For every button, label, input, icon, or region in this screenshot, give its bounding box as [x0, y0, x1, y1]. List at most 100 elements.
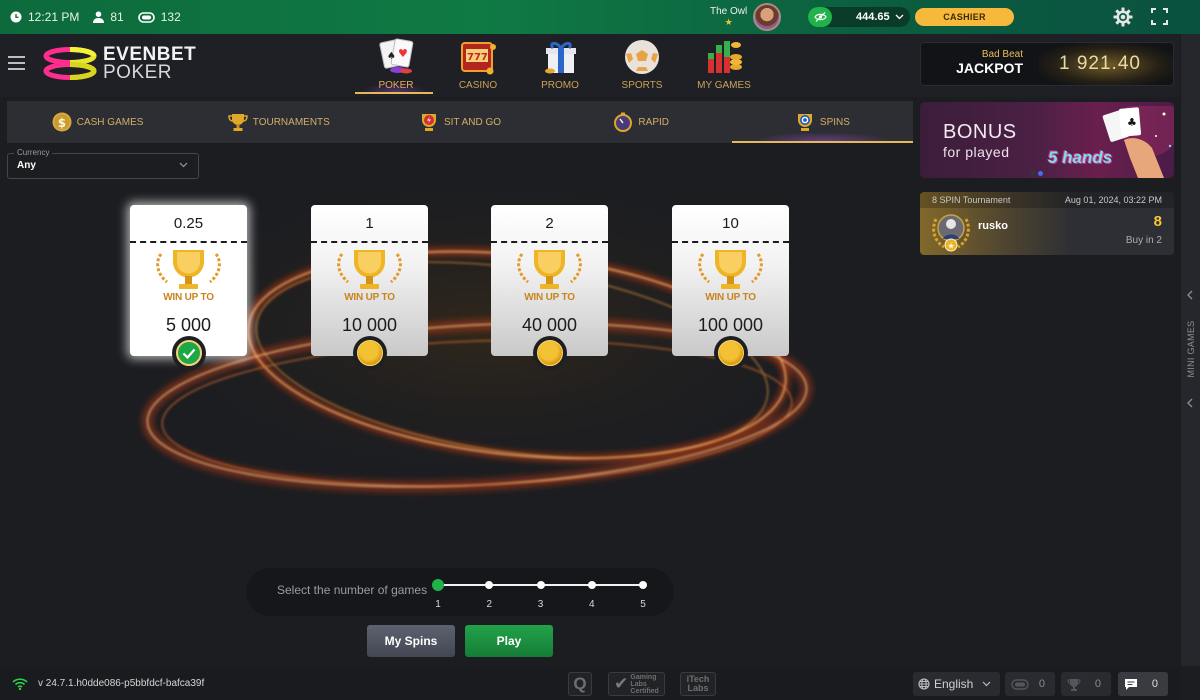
tables-stat: 132 [137, 10, 181, 24]
wifi-connection-icon [12, 678, 28, 690]
cashier-button[interactable]: CASHIER [915, 8, 1014, 26]
nav-sports[interactable]: SPORTS [601, 34, 683, 97]
players-stat: 81 [93, 10, 124, 24]
slider-label: 2 [486, 599, 493, 610]
trophy-laurel-icon [156, 250, 221, 289]
chevron-down-icon [895, 14, 904, 20]
counter-value: 0 [1038, 678, 1045, 690]
nav-promo[interactable]: PROMO [519, 34, 601, 97]
winner-avatar-laurel-icon: ★ [932, 214, 970, 252]
slider-stop-1[interactable] [432, 579, 444, 591]
chevron-down-icon [179, 162, 188, 168]
user-profile[interactable]: The Owl ★ [710, 2, 782, 32]
svg-text:777: 777 [467, 52, 488, 63]
promo-dot-active[interactable] [1038, 171, 1043, 176]
chart-coins-icon [708, 41, 742, 73]
mini-games-panel-toggle[interactable]: MINI GAMES [1180, 34, 1200, 666]
currency-value: Any [17, 160, 36, 171]
currency-select[interactable]: Currency Any [7, 148, 199, 179]
slider-stop-4[interactable] [587, 581, 596, 589]
mini-games-label: MINI GAMES [1186, 320, 1196, 378]
svg-text:♥: ♥ [398, 47, 408, 60]
tab-sit-and-go[interactable]: SIT AND GO [369, 101, 550, 143]
slider-label: 3 [537, 599, 544, 610]
counter-value: 0 [1094, 678, 1101, 690]
play-button[interactable]: Play [465, 625, 553, 657]
tab-spins[interactable]: SPINS [731, 101, 914, 143]
gaming-labs-certified-badge[interactable]: ✔ Gaming Labs Certified [608, 672, 665, 696]
win-up-to-label: WIN UP TO [524, 292, 575, 303]
chat-counter[interactable]: 0 [1118, 672, 1168, 696]
slider-stop-3[interactable] [536, 581, 545, 589]
open-tables-counter[interactable]: 0 [1005, 672, 1055, 696]
game-count-slider[interactable]: 1 2 3 4 5 [432, 579, 647, 616]
selected-check-icon [176, 340, 202, 366]
app-root: 12:21 PM 81 132 The Owl ★ 444.65 CASHIER [0, 0, 1200, 700]
nav-poker[interactable]: ♠ ♥ POKER [355, 34, 437, 97]
itech-labs-badge[interactable]: iTech Labs [680, 672, 716, 696]
tables-count: 132 [160, 10, 181, 24]
balance-selector[interactable]: 444.65 [808, 7, 910, 27]
main-nav: ♠ ♥ POKER 777 CASINO PROMO SPORTS MY GAM… [355, 34, 765, 97]
jackpot-label-bottom: JACKPOT [956, 60, 1023, 76]
trophy-laurel-icon [517, 250, 582, 289]
hide-balance-button[interactable] [808, 7, 832, 27]
tab-cash-games[interactable]: $ CASH GAMES [7, 101, 188, 143]
fullscreen-icon[interactable] [1151, 8, 1168, 25]
currency-label: Currency [14, 148, 53, 157]
my-spins-button[interactable]: My Spins [367, 625, 455, 657]
current-time: 12:21 PM [28, 10, 80, 24]
jackpot-label-top: Bad Beat [981, 49, 1023, 60]
spin-prize: 5 000 [165, 315, 212, 335]
menu-icon[interactable] [8, 56, 25, 70]
app-version: v 24.7.1.h0dde086-p5bbfdcf-bafca39f [38, 678, 205, 689]
tab-tournaments[interactable]: TOURNAMENTS [188, 101, 369, 143]
nav-my-games[interactable]: MY GAMES [683, 34, 765, 97]
spin-card[interactable]: 1 WIN UP TO 10 000 [311, 205, 428, 370]
spin-card[interactable]: 2 WIN UP TO 40 000 [491, 205, 608, 370]
promo-subtitle: for played [943, 144, 1010, 160]
slider-stop-2[interactable] [485, 581, 494, 589]
tab-rapid[interactable]: RAPID [551, 101, 732, 143]
winner-buyin: Buy in 2 [1125, 235, 1162, 246]
spin-card[interactable]: 10 WIN UP TO 100 000 [672, 205, 789, 370]
logo-text-poker: POKER [103, 62, 173, 83]
table-icon [137, 11, 155, 23]
spin-prize: 40 000 [521, 315, 578, 335]
spin-buyin: 1 [365, 215, 374, 232]
slider-label: 1 [435, 599, 441, 610]
tournaments-counter[interactable]: 0 [1061, 672, 1111, 696]
promo-banner[interactable]: ♣ BONUS for played 5 hands [920, 102, 1174, 178]
slider-label: 5 [640, 599, 646, 610]
certificate-q-badge[interactable]: Q [568, 672, 592, 696]
nav-label: PROMO [541, 80, 579, 91]
trophy-icon [1067, 678, 1081, 691]
win-up-to-label: WIN UP TO [344, 292, 395, 303]
spin-prize: 10 000 [341, 315, 398, 335]
spin-buyin: 0.25 [173, 215, 204, 232]
trophy-icon [228, 114, 248, 131]
globe-icon [918, 678, 930, 690]
chevron-left-icon [1187, 398, 1193, 408]
gift-box-icon [545, 41, 576, 74]
gear-icon[interactable] [1113, 7, 1133, 27]
slider-stop-5[interactable] [639, 581, 647, 589]
logo-rings-icon [43, 47, 97, 80]
promo-dot[interactable] [1030, 171, 1035, 176]
players-count: 81 [110, 10, 124, 24]
spin-card[interactable]: 0.25 WIN UP TO 5 000 [130, 205, 247, 370]
evenbet-logo[interactable]: EVENBET POKER [42, 45, 196, 83]
win-up-to-label: WIN UP TO [163, 292, 214, 303]
slider-label: 4 [588, 599, 595, 610]
vip-star-icon: ★ [724, 17, 733, 27]
lightning-cup-icon [421, 114, 436, 131]
balance-value: 444.65 [856, 11, 890, 23]
jackpot-value: 1 921.40 [1059, 53, 1141, 74]
bad-beat-jackpot[interactable]: Bad Beat JACKPOT 1 921.40 [920, 42, 1174, 86]
svg-text:♣: ♣ [1127, 116, 1137, 129]
dollar-coin-icon: $ [52, 112, 72, 132]
language-select[interactable]: English [913, 672, 1000, 696]
avatar[interactable] [753, 3, 782, 31]
promo-brand: 5 hands [1048, 148, 1113, 167]
nav-casino[interactable]: 777 CASINO [437, 34, 519, 97]
